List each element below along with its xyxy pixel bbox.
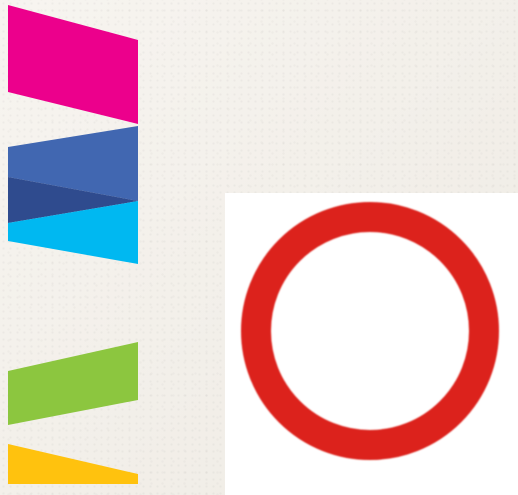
canvas	[0, 0, 518, 495]
circle-outline-icon	[241, 202, 499, 460]
white-panel	[225, 193, 518, 495]
ring-circle	[241, 202, 499, 460]
magenta-band	[8, 5, 138, 124]
green-band	[8, 342, 138, 425]
yellow-band	[8, 444, 138, 484]
